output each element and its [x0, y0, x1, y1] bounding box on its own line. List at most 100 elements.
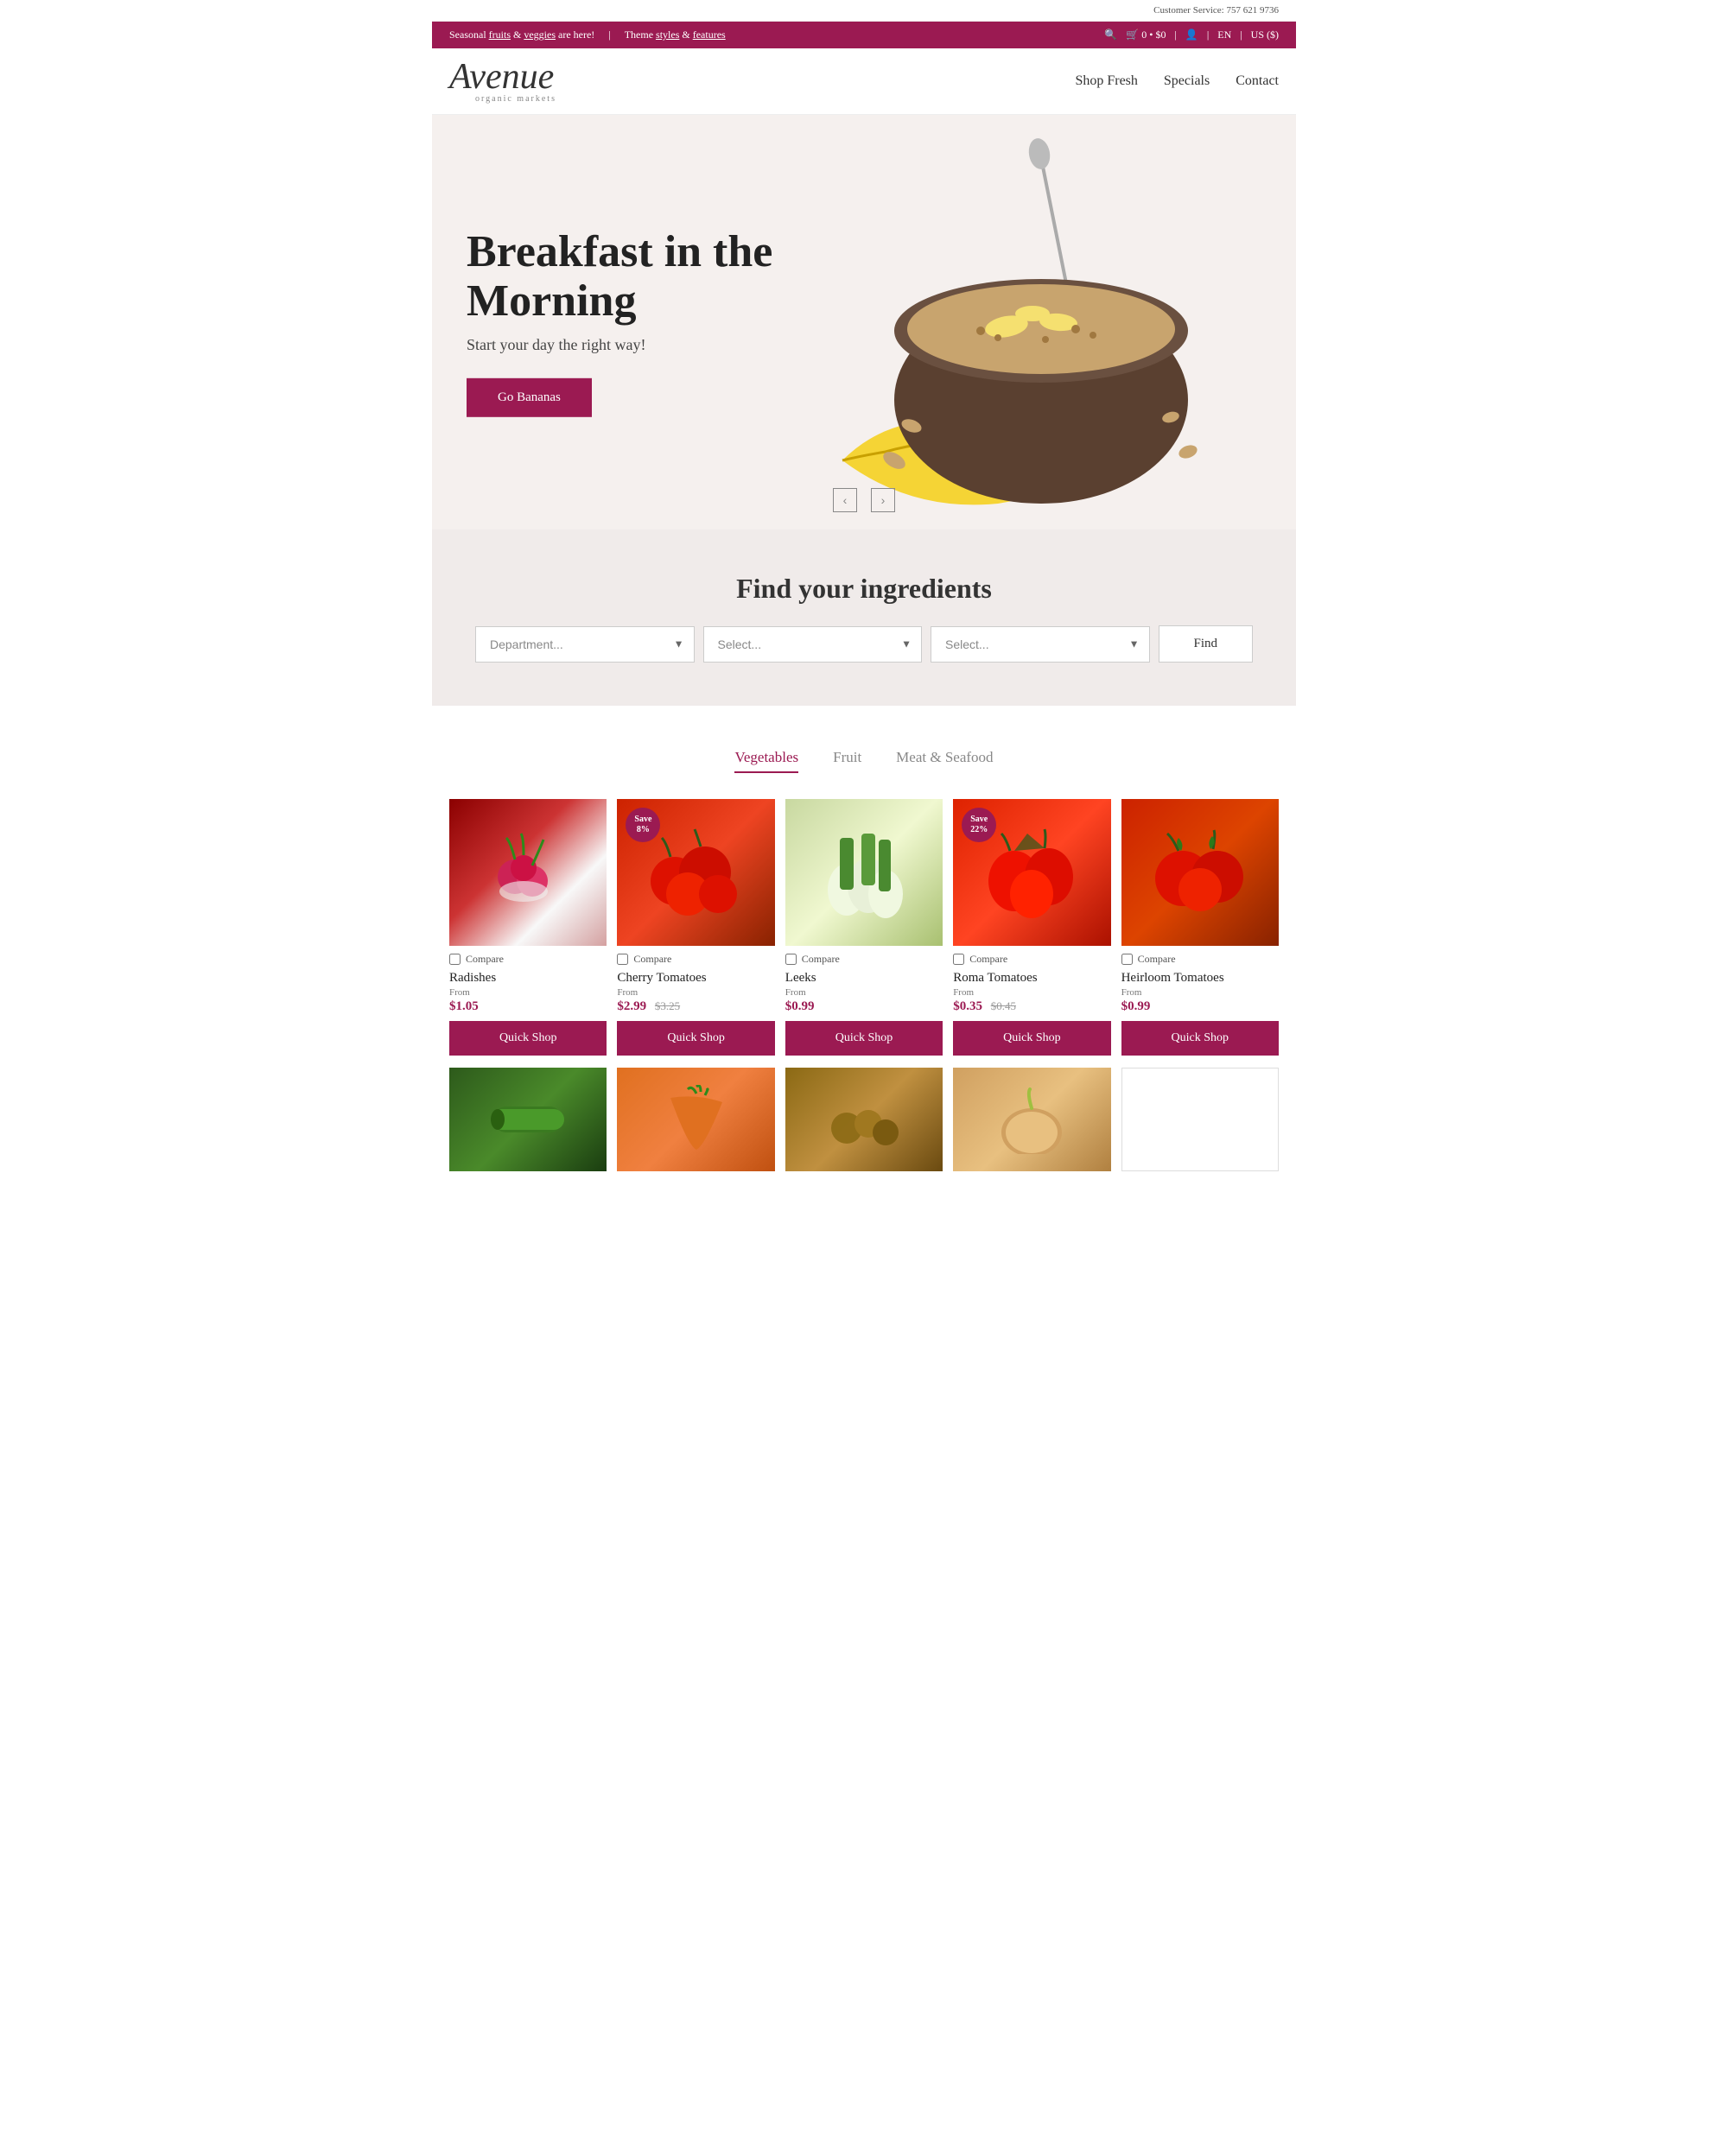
user-icon[interactable]: 👤: [1185, 29, 1198, 41]
product-price-roma-tomatoes: $0.35 $0.45: [953, 999, 1110, 1014]
quick-shop-radishes[interactable]: Quick Shop: [449, 1021, 607, 1056]
product-name-heirloom-tomatoes: Heirloom Tomatoes: [1121, 971, 1279, 986]
main-nav: Shop Fresh Specials Contact: [1075, 73, 1279, 89]
hero-illustration: [773, 132, 1257, 512]
find-controls: Department... ▼ Select... ▼ Select... ▼ …: [475, 625, 1253, 663]
compare-row-leeks: Compare: [785, 953, 943, 966]
radishes-illustration: [485, 829, 571, 916]
product-image-heirloom-tomatoes: [1121, 799, 1279, 946]
product-from-radishes: From: [449, 987, 607, 998]
roma-tomatoes-illustration: [975, 825, 1088, 920]
zucchini-illustration: [485, 1085, 571, 1154]
tab-vegetables[interactable]: Vegetables: [734, 749, 798, 773]
nav-contact[interactable]: Contact: [1236, 73, 1279, 89]
compare-label-roma-tomatoes: Compare: [969, 953, 1007, 966]
separator2: |: [1207, 29, 1209, 41]
search-icon[interactable]: 🔍: [1104, 29, 1117, 41]
product-name-cherry-tomatoes: Cherry Tomatoes: [617, 971, 774, 986]
hero-cta-button[interactable]: Go Bananas: [467, 378, 592, 417]
compare-checkbox-heirloom-tomatoes[interactable]: [1121, 954, 1133, 965]
quick-shop-heirloom-tomatoes[interactable]: Quick Shop: [1121, 1021, 1279, 1056]
lang-selector[interactable]: EN: [1217, 29, 1231, 41]
announcement-right: 🔍 🛒 0 • $0 | 👤 | EN | US ($): [1104, 29, 1279, 41]
product-price-heirloom-tomatoes: $0.99: [1121, 999, 1279, 1014]
announcement-text: Seasonal fruits & veggies are here!: [449, 29, 594, 41]
features-link[interactable]: features: [693, 29, 726, 41]
compare-checkbox-radishes[interactable]: [449, 954, 461, 965]
compare-row-roma-tomatoes: Compare: [953, 953, 1110, 966]
announcement-bar: Seasonal fruits & veggies are here! | Th…: [432, 22, 1296, 48]
department-select-wrapper: Department... ▼: [475, 626, 695, 663]
separator: |: [1174, 29, 1176, 41]
compare-checkbox-cherry-tomatoes[interactable]: [617, 954, 628, 965]
fruits-link[interactable]: fruits: [489, 29, 511, 41]
carrot-illustration: [653, 1085, 740, 1154]
product-from-cherry-tomatoes: From: [617, 987, 774, 998]
product-price-cherry-tomatoes: $2.99 $3.25: [617, 999, 774, 1014]
compare-label-heirloom-tomatoes: Compare: [1138, 953, 1176, 966]
products-section: Vegetables Fruit Meat & Seafood: [432, 706, 1296, 1197]
cart-icon[interactable]: 🛒 0 • $0: [1126, 29, 1166, 41]
product-image-cherry-tomatoes: Save 8%: [617, 799, 774, 946]
logo-main-text: Avenue: [449, 59, 556, 95]
heirloom-tomatoes-illustration: [1148, 825, 1252, 920]
subcategory-select-wrapper: Select... ▼: [931, 626, 1150, 663]
product-name-roma-tomatoes: Roma Tomatoes: [953, 971, 1110, 986]
hero-next-button[interactable]: ›: [871, 488, 895, 512]
subcategory-select[interactable]: Select...: [931, 626, 1150, 663]
announcement-separator: |: [608, 29, 610, 41]
product-card-row2-4: [953, 1068, 1110, 1171]
logo-sub-text: organic markets: [475, 95, 556, 104]
hero-heading: Breakfast in the Morning: [467, 227, 772, 326]
product-image-roma-tomatoes: Save22%: [953, 799, 1110, 946]
hero-subheading: Start your day the right way!: [467, 336, 772, 354]
cherry-tomatoes-illustration: [645, 825, 748, 920]
veggies-link[interactable]: veggies: [524, 29, 556, 41]
find-section: Find your ingredients Department... ▼ Se…: [432, 529, 1296, 706]
product-card-row2-5: [1121, 1068, 1279, 1171]
compare-row-heirloom-tomatoes: Compare: [1121, 953, 1279, 966]
category-select[interactable]: Select...: [703, 626, 923, 663]
compare-checkbox-leeks[interactable]: [785, 954, 797, 965]
product-card-cherry-tomatoes: Save 8% Compare Cherry Tomatoes From $2.…: [617, 799, 774, 1056]
product-card-radishes: Compare Radishes From $1.05 Quick Shop: [449, 799, 607, 1056]
compare-label-leeks: Compare: [802, 953, 840, 966]
product-grid: Compare Radishes From $1.05 Quick Shop: [449, 799, 1279, 1056]
onion-illustration: [988, 1085, 1075, 1154]
compare-row-cherry-tomatoes: Compare: [617, 953, 774, 966]
hero-section: Breakfast in the Morning Start your day …: [432, 115, 1296, 529]
product-image-radishes: [449, 799, 607, 946]
tab-meat-seafood[interactable]: Meat & Seafood: [896, 749, 993, 773]
product-price-radishes: $1.05: [449, 999, 607, 1014]
separator3: |: [1240, 29, 1242, 41]
quick-shop-cherry-tomatoes[interactable]: Quick Shop: [617, 1021, 774, 1056]
department-select[interactable]: Department...: [475, 626, 695, 663]
compare-checkbox-roma-tomatoes[interactable]: [953, 954, 964, 965]
product-original-price-cherry-tomatoes: $3.25: [655, 999, 680, 1012]
customer-service-bar: Customer Service: 757 621 9736: [432, 0, 1296, 22]
product-image-leeks: [785, 799, 943, 946]
customer-service-text: Customer Service: 757 621 9736: [1153, 5, 1279, 16]
find-button[interactable]: Find: [1159, 625, 1254, 663]
product-tabs: Vegetables Fruit Meat & Seafood: [449, 749, 1279, 773]
styles-link[interactable]: styles: [656, 29, 679, 41]
quick-shop-leeks[interactable]: Quick Shop: [785, 1021, 943, 1056]
leeks-illustration: [812, 821, 916, 924]
logo: Avenue organic markets: [449, 59, 556, 104]
tab-fruit[interactable]: Fruit: [833, 749, 861, 773]
product-original-price-roma-tomatoes: $0.45: [991, 999, 1016, 1012]
quick-shop-roma-tomatoes[interactable]: Quick Shop: [953, 1021, 1110, 1056]
currency-selector[interactable]: US ($): [1251, 29, 1279, 41]
nav-specials[interactable]: Specials: [1164, 73, 1210, 89]
product-card-heirloom-tomatoes: Compare Heirloom Tomatoes From $0.99 Qui…: [1121, 799, 1279, 1056]
nav-shop-fresh[interactable]: Shop Fresh: [1075, 73, 1137, 89]
hero-image-area: [734, 115, 1296, 529]
product-card-row2-3: [785, 1068, 943, 1171]
product-card-row2-1: [449, 1068, 607, 1171]
product-from-leeks: From: [785, 987, 943, 998]
hero-prev-button[interactable]: ‹: [833, 488, 857, 512]
hero-text-block: Breakfast in the Morning Start your day …: [467, 227, 772, 417]
product-grid-row2: [449, 1068, 1279, 1171]
announcement-theme-text: Theme styles & features: [625, 29, 726, 41]
find-section-title: Find your ingredients: [449, 573, 1279, 605]
